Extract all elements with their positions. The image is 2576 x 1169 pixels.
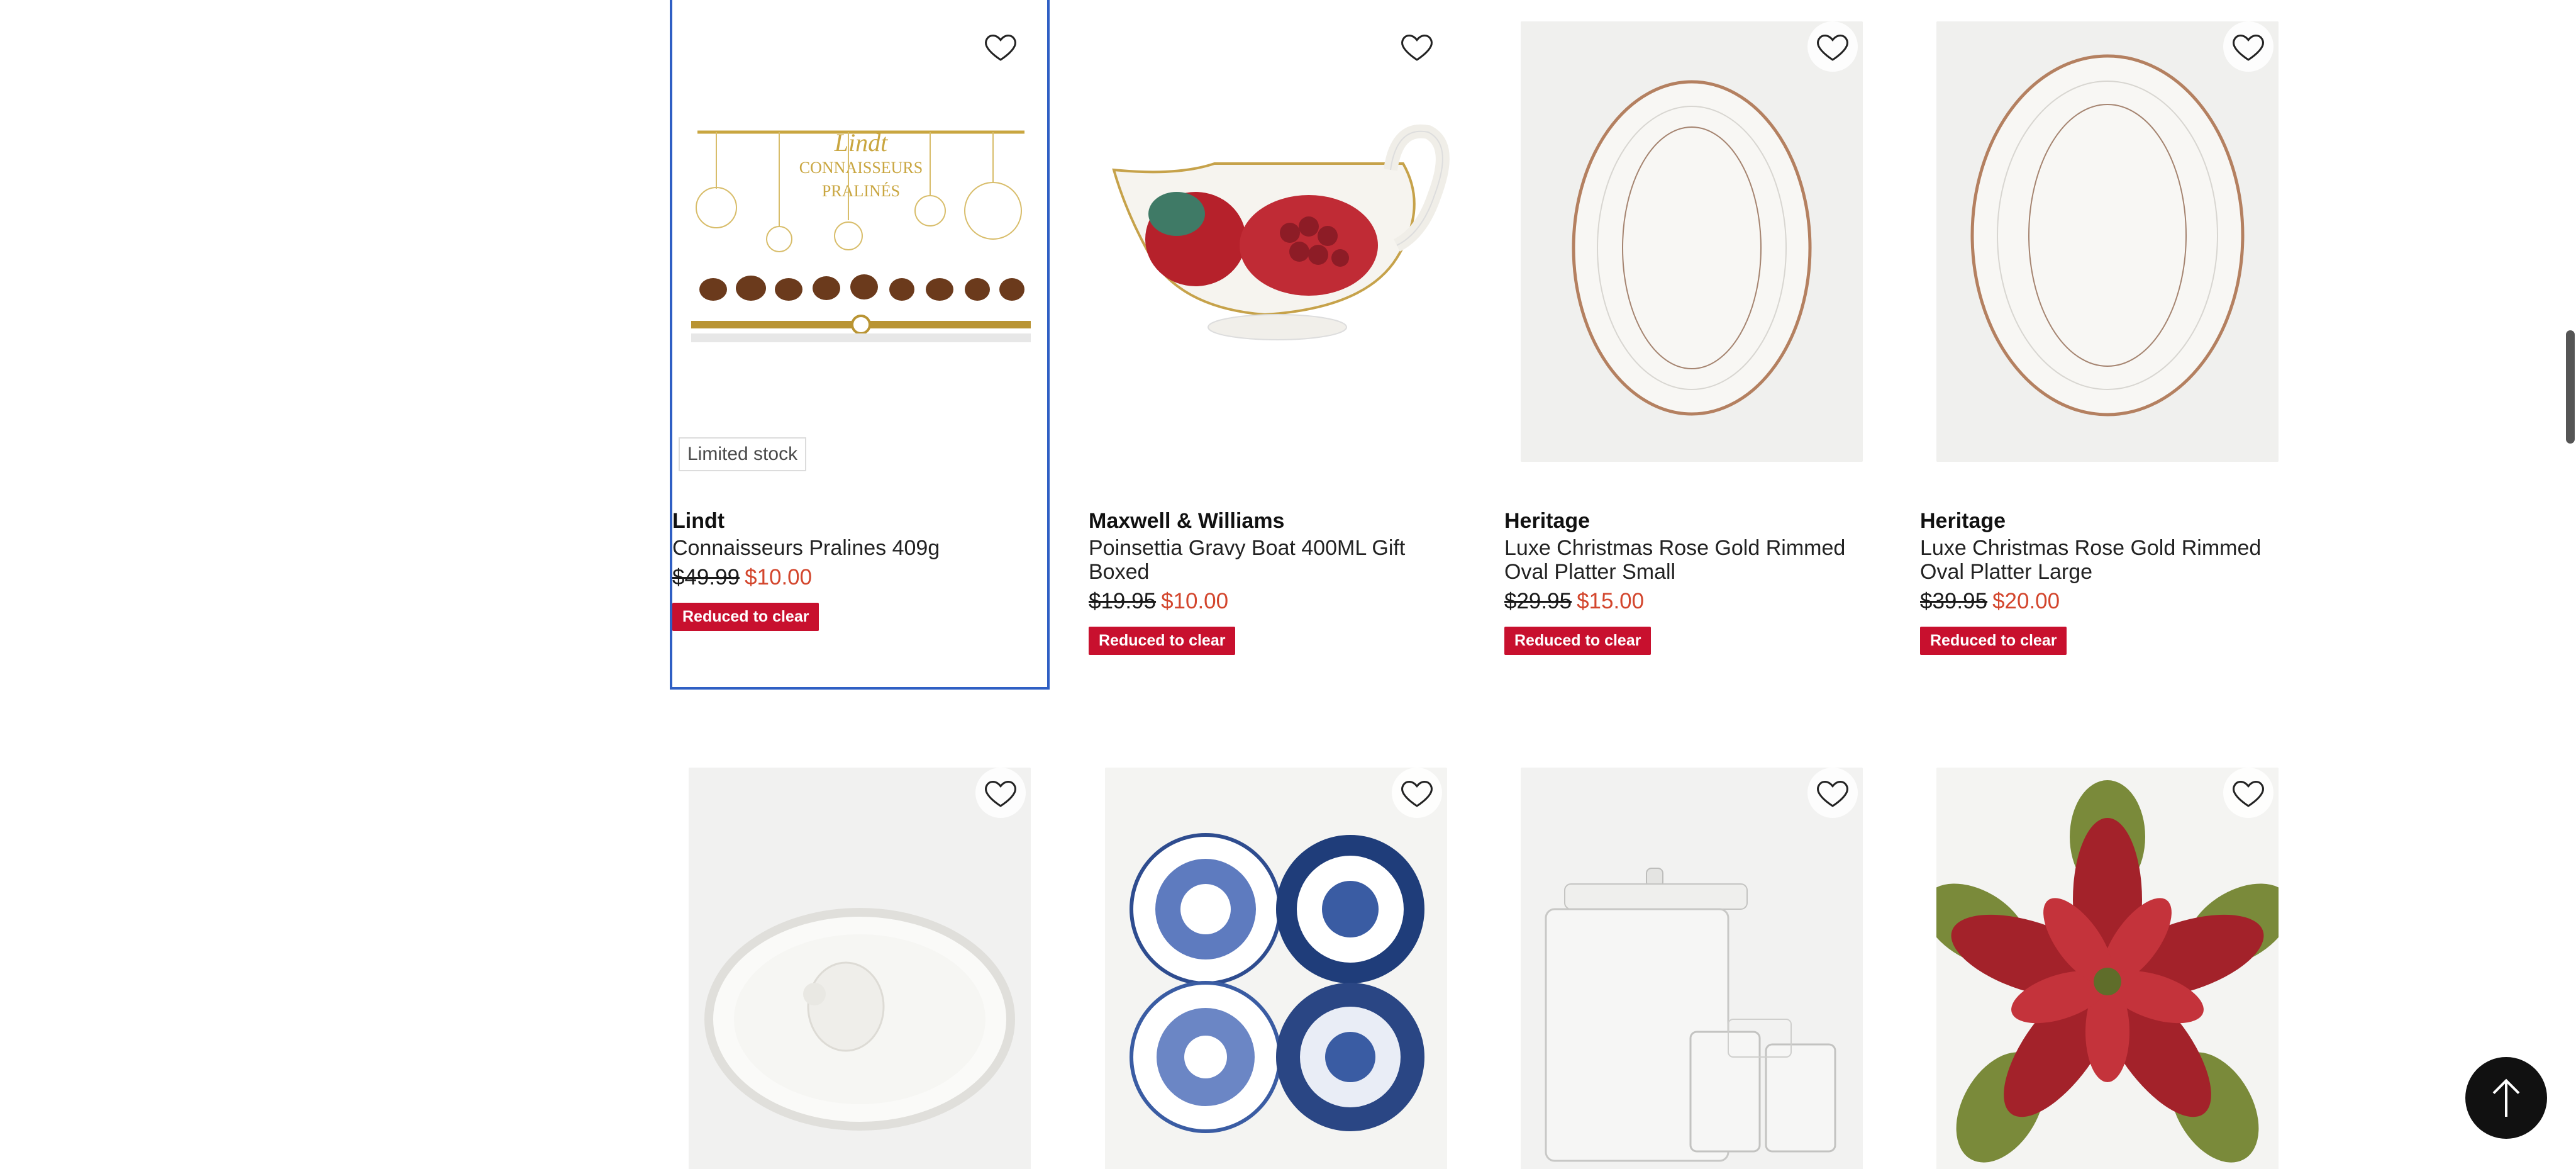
product-brand[interactable]: Heritage [1504,508,1879,534]
product-image-area[interactable] [1920,0,2295,462]
wishlist-button[interactable] [2223,21,2273,72]
product-info: Heritage Luxe Christmas Rose Gold Rimmed… [1504,508,1879,655]
product-image-area[interactable] [1504,0,1879,462]
product-card[interactable]: Lindt CONNAISSEURS PRALINÉS Limited stoc… [670,0,1050,690]
reduced-badge: Reduced to clear [1920,627,2067,655]
product-card[interactable] [672,746,1047,1169]
reduced-badge: Reduced to clear [672,603,819,631]
poinsettia-placemat-image[interactable] [1936,768,2279,1169]
product-card[interactable]: Heritage Luxe Christmas Rose Gold Rimmed… [1920,0,2295,687]
wishlist-button[interactable] [975,21,1026,72]
gravy-boat-image[interactable] [1101,120,1453,359]
svg-text:PRALINÉS: PRALINÉS [822,182,900,200]
product-title[interactable]: Luxe Christmas Rose Gold Rimmed Oval Pla… [1504,536,1879,584]
wishlist-button[interactable] [2223,768,2273,818]
heart-icon [1817,34,1848,61]
price-row: $19.95 $10.00 [1089,589,1463,614]
svg-text:Lindt: Lindt [834,128,888,157]
was-price: $49.99 [672,565,740,590]
price-row: $49.99 $10.00 [672,565,1047,590]
heart-icon [2233,780,2264,807]
product-title[interactable]: Connaisseurs Pralines 409g [672,536,1047,560]
wishlist-button[interactable] [975,768,1026,818]
oval-platter-image[interactable] [1521,21,1863,462]
heart-icon [1401,780,1433,807]
product-title[interactable]: Luxe Christmas Rose Gold Rimmed Oval Pla… [1920,536,2295,584]
wishlist-button[interactable] [1807,768,1858,818]
was-price: $19.95 [1089,589,1157,613]
sale-price: $10.00 [1161,589,1229,613]
heart-icon [1401,34,1433,61]
was-price: $39.95 [1920,589,1988,613]
heart-icon [2233,34,2264,61]
sale-price: $15.00 [1577,589,1645,613]
product-brand[interactable]: Maxwell & Williams [1089,508,1463,534]
product-card[interactable] [1089,746,1463,1169]
oval-platter-image[interactable] [1936,21,2279,462]
arrow-up-icon [2492,1078,2520,1117]
product-info: Heritage Luxe Christmas Rose Gold Rimmed… [1920,508,2295,655]
product-brand[interactable]: Lindt [672,508,1047,534]
product-card[interactable]: Heritage Luxe Christmas Rose Gold Rimmed… [1504,0,1879,687]
was-price: $29.95 [1504,589,1572,613]
product-image-area[interactable] [1089,0,1463,440]
wishlist-button[interactable] [1392,768,1442,818]
blue-plates-image[interactable] [1105,768,1447,1169]
sale-price: $20.00 [1992,589,2060,613]
chocolate-box-image[interactable]: Lindt CONNAISSEURS PRALINÉS [691,120,1031,359]
drink-dispenser-image[interactable] [1521,768,1863,1169]
product-card[interactable] [1920,746,2295,1169]
scrollbar-thumb[interactable] [2566,330,2575,444]
product-title[interactable]: Poinsettia Gravy Boat 400ML Gift Boxed [1089,536,1463,584]
product-image-area[interactable]: Lindt CONNAISSEURS PRALINÉS Limited stoc… [672,0,1047,471]
product-card[interactable] [1504,746,1879,1169]
heart-icon [1817,780,1848,807]
reduced-badge: Reduced to clear [1504,627,1652,655]
price-row: $39.95 $20.00 [1920,589,2295,614]
turkey-platter-image[interactable] [689,768,1031,1169]
reduced-badge: Reduced to clear [1089,627,1236,655]
heart-icon [985,34,1016,61]
stock-tag: Limited stock [679,437,807,471]
price-row: $29.95 $15.00 [1504,589,1879,614]
product-brand[interactable]: Heritage [1920,508,2295,534]
product-card[interactable]: Maxwell & Williams Poinsettia Gravy Boat… [1089,0,1463,687]
svg-text:CONNAISSEURS: CONNAISSEURS [799,159,923,177]
sale-price: $10.00 [745,565,813,590]
wishlist-button[interactable] [1807,21,1858,72]
wishlist-button[interactable] [1392,21,1442,72]
heart-icon [985,780,1016,807]
product-info: Maxwell & Williams Poinsettia Gravy Boat… [1089,508,1463,655]
back-to-top-button[interactable] [2465,1057,2547,1139]
product-info: Lindt Connaisseurs Pralines 409g $49.99 $… [672,508,1047,631]
